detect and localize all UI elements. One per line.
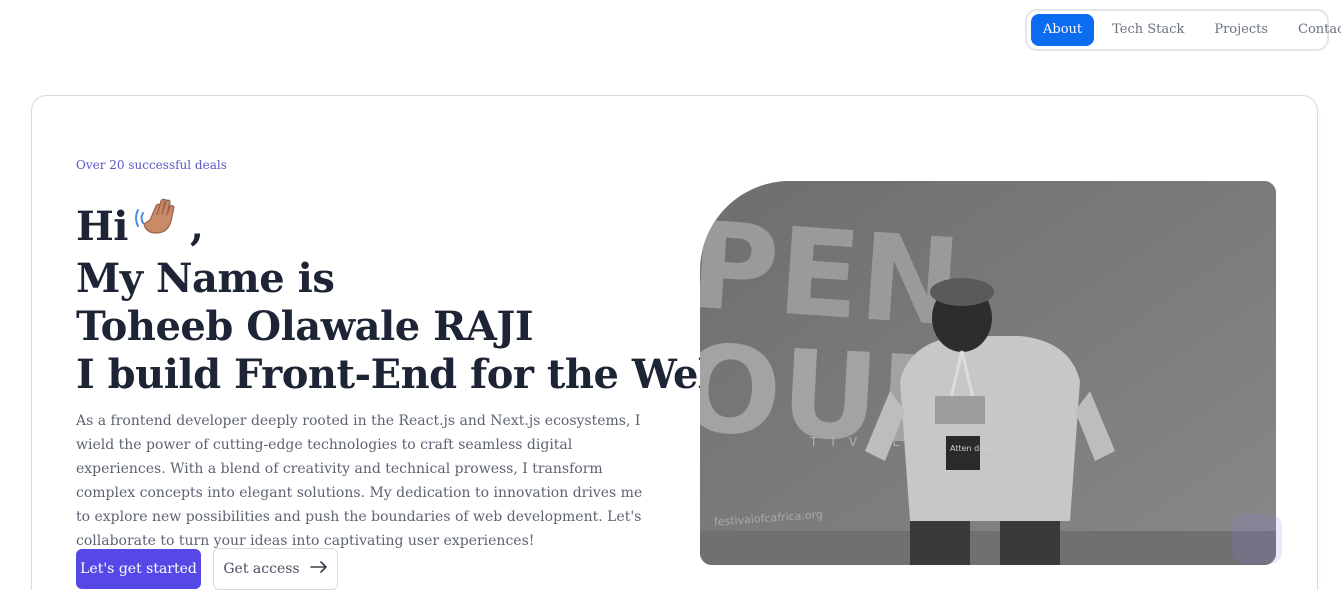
full-name-line: Toheeb Olawale RAJI bbox=[76, 303, 534, 350]
nav-projects[interactable]: Projects bbox=[1202, 14, 1280, 46]
greeting-suffix: , bbox=[190, 203, 204, 250]
top-nav: About Tech Stack Projects Contact bbox=[1025, 9, 1341, 51]
get-access-button[interactable]: Get access bbox=[213, 548, 338, 590]
get-started-label: Let's get started bbox=[80, 561, 197, 577]
tagline-line: I build Front-End for the Web bbox=[76, 351, 726, 398]
waving-hand-icon bbox=[132, 196, 186, 255]
profile-photo: PEN OURC TIVAL festivalofcafrica.org Att… bbox=[700, 181, 1276, 565]
bio-paragraph: As a frontend developer deeply rooted in… bbox=[76, 413, 643, 549]
badge-text: Atten dee bbox=[950, 444, 989, 453]
nav-contact[interactable]: Contact bbox=[1286, 14, 1341, 46]
get-started-button[interactable]: Let's get started bbox=[76, 549, 201, 589]
svg-text:TIVAL: TIVAL bbox=[809, 435, 913, 449]
nav-tech-stack[interactable]: Tech Stack bbox=[1100, 14, 1196, 46]
headline: Hi , My Name is Toheeb Olawale RAJI I bu… bbox=[76, 196, 726, 399]
name-intro-line: My Name is bbox=[76, 255, 335, 302]
chat-widget-button[interactable] bbox=[1232, 514, 1282, 564]
eyebrow-text: Over 20 successful deals bbox=[76, 158, 227, 172]
greeting-text: Hi bbox=[76, 203, 129, 250]
get-access-label: Get access bbox=[223, 561, 300, 577]
arrow-right-icon bbox=[309, 561, 328, 577]
nav-about[interactable]: About bbox=[1031, 14, 1095, 46]
greeting-line: Hi , bbox=[76, 196, 676, 255]
